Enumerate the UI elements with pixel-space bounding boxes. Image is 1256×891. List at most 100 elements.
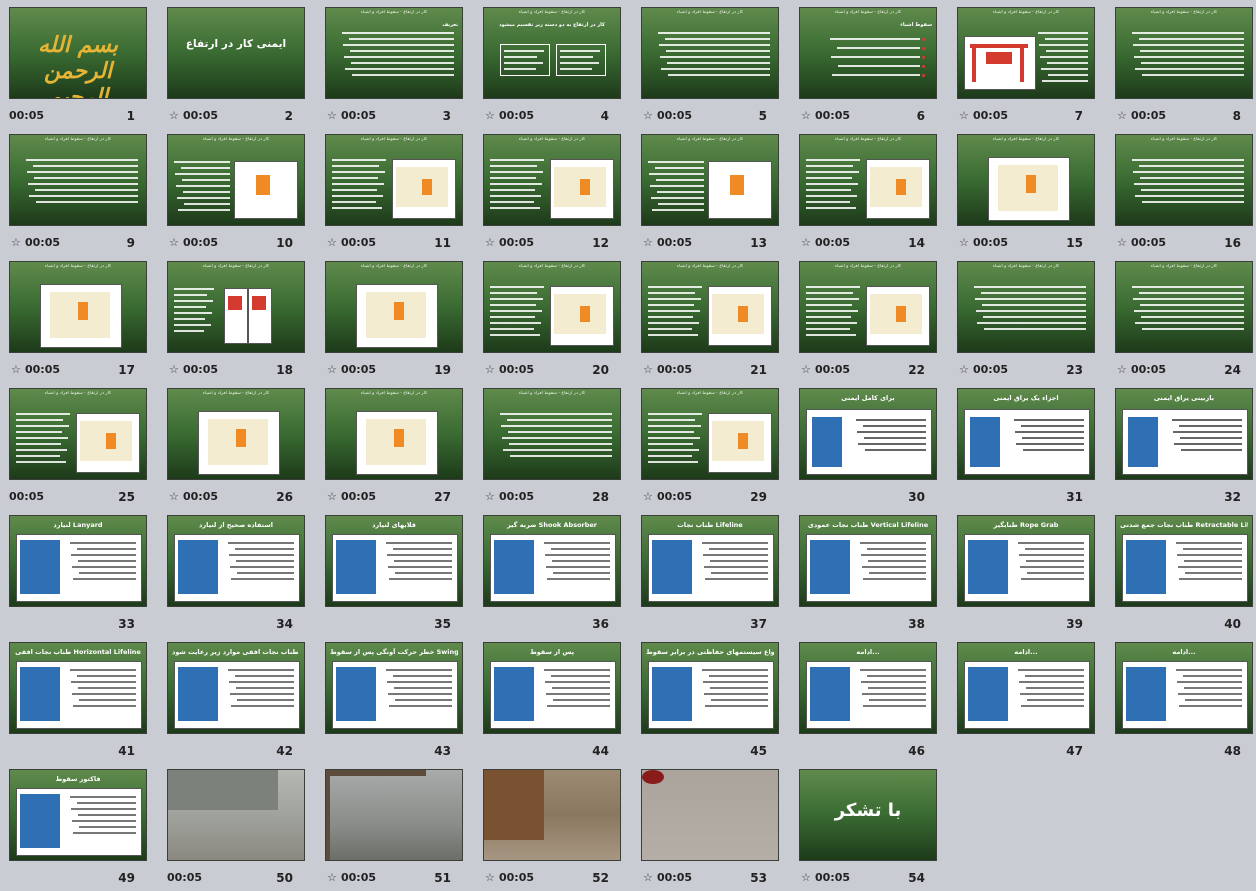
slide-preview[interactable]: ضربه گیر Shook Absorber bbox=[483, 515, 621, 607]
slide-thumbnail-38[interactable]: طناب نجات عمودی Vertical Lifeline 38 bbox=[799, 515, 937, 637]
slide-preview[interactable]: کار در ارتفاع - سقوط افراد و اشیاء bbox=[167, 388, 305, 480]
slide-thumbnail-53[interactable]: ☆ 00:05 53 bbox=[641, 769, 779, 891]
animation-star-icon[interactable]: ☆ bbox=[801, 109, 811, 122]
slide-thumbnail-33[interactable]: لنیارد Lanyard 33 bbox=[9, 515, 147, 637]
slide-thumbnail-52[interactable]: ☆ 00:05 52 bbox=[483, 769, 621, 891]
slide-preview[interactable]: کار در ارتفاع - سقوط افراد و اشیاء bbox=[1115, 134, 1253, 226]
slide-thumbnail-11[interactable]: کار در ارتفاع - سقوط افراد و اشیاء ☆ 00:05… bbox=[325, 134, 463, 256]
slide-thumbnail-45[interactable]: انواع سیستمهای حفاظتی در برابر سقوط 45 bbox=[641, 642, 779, 764]
animation-star-icon[interactable]: ☆ bbox=[169, 236, 179, 249]
slide-thumbnail-54[interactable]: با تشکر ☆ 00:05 54 bbox=[799, 769, 937, 891]
slide-preview[interactable]: ادامه... bbox=[799, 642, 937, 734]
slide-thumbnail-5[interactable]: کار در ارتفاع - سقوط افراد و اشیاء ☆ 00:05… bbox=[641, 7, 779, 129]
slide-thumbnail-36[interactable]: ضربه گیر Shook Absorber 36 bbox=[483, 515, 621, 637]
slide-thumbnail-34[interactable]: استفاده صحیح از لنیارد 34 bbox=[167, 515, 305, 637]
slide-preview[interactable]: کار در ارتفاع - سقوط افراد و اشیاء bbox=[641, 388, 779, 480]
animation-star-icon[interactable]: ☆ bbox=[485, 490, 495, 503]
slide-preview[interactable]: بازبینی یراق ایمنی bbox=[1115, 388, 1253, 480]
slide-thumbnail-31[interactable]: اجزاء یک یراق ایمنی 31 bbox=[957, 388, 1095, 510]
slide-thumbnail-28[interactable]: کار در ارتفاع - سقوط افراد و اشیاء ☆ 00:05… bbox=[483, 388, 621, 510]
slide-thumbnail-22[interactable]: کار در ارتفاع - سقوط افراد و اشیاء ☆ 00:05… bbox=[799, 261, 937, 383]
slide-thumbnail-9[interactable]: کار در ارتفاع - سقوط افراد و اشیاء ☆ 00:05… bbox=[9, 134, 147, 256]
animation-star-icon[interactable]: ☆ bbox=[1117, 363, 1127, 376]
slide-thumbnail-37[interactable]: طناب نجات Lifeline 37 bbox=[641, 515, 779, 637]
animation-star-icon[interactable]: ☆ bbox=[327, 363, 337, 376]
slide-thumbnail-3[interactable]: کار در ارتفاع - سقوط افراد و اشیاء تعریف ☆… bbox=[325, 7, 463, 129]
animation-star-icon[interactable]: ☆ bbox=[801, 236, 811, 249]
animation-star-icon[interactable]: ☆ bbox=[959, 363, 969, 376]
animation-star-icon[interactable]: ☆ bbox=[11, 363, 21, 376]
animation-star-icon[interactable]: ☆ bbox=[643, 871, 653, 884]
slide-preview[interactable]: کار در ارتفاع - سقوط افراد و اشیاء bbox=[483, 388, 621, 480]
slide-preview[interactable]: کار در ارتفاع - سقوط افراد و اشیاء bbox=[483, 134, 621, 226]
slide-preview[interactable]: اجزاء یک یراق ایمنی bbox=[957, 388, 1095, 480]
slide-thumbnail-12[interactable]: کار در ارتفاع - سقوط افراد و اشیاء ☆ 00:05… bbox=[483, 134, 621, 256]
slide-preview[interactable]: کار در ارتفاع - سقوط افراد و اشیاء bbox=[641, 7, 779, 99]
slide-preview[interactable]: کار در ارتفاع - سقوط افراد و اشیاء bbox=[9, 261, 147, 353]
slide-preview[interactable]: کار در ارتفاع - سقوط افراد و اشیاء bbox=[957, 134, 1095, 226]
slide-preview[interactable]: کار در ارتفاع - سقوط افراد و اشیاء bbox=[9, 388, 147, 480]
slide-thumbnail-49[interactable]: فاکتور سقوط 49 bbox=[9, 769, 147, 891]
animation-star-icon[interactable]: ☆ bbox=[485, 871, 495, 884]
slide-preview[interactable]: کار در ارتفاع - سقوط افراد و اشیاء bbox=[641, 134, 779, 226]
slide-preview[interactable]: طناب نجات Lifeline bbox=[641, 515, 779, 607]
slide-preview[interactable]: کار در ارتفاع - سقوط افراد و اشیاء bbox=[957, 7, 1095, 99]
slide-preview[interactable] bbox=[325, 769, 463, 861]
slide-thumbnail-35[interactable]: قلابهای لنیارد 35 bbox=[325, 515, 463, 637]
slide-preview[interactable]: در هنگام استفاده از طناب نجات افقی موارد… bbox=[167, 642, 305, 734]
slide-preview[interactable]: کار در ارتفاع - سقوط افراد و اشیاء bbox=[483, 261, 621, 353]
slide-thumbnail-32[interactable]: بازبینی یراق ایمنی 32 bbox=[1115, 388, 1253, 510]
slide-thumbnail-21[interactable]: کار در ارتفاع - سقوط افراد و اشیاء ☆ 00:05… bbox=[641, 261, 779, 383]
slide-preview[interactable]: کار در ارتفاع - سقوط افراد و اشیاء bbox=[799, 134, 937, 226]
animation-star-icon[interactable]: ☆ bbox=[959, 236, 969, 249]
animation-star-icon[interactable]: ☆ bbox=[327, 236, 337, 249]
slide-preview[interactable]: کار در ارتفاع - سقوط افراد و اشیاء bbox=[1115, 261, 1253, 353]
slide-preview[interactable]: کار در ارتفاع - سقوط افراد و اشیاء bbox=[799, 261, 937, 353]
slide-preview[interactable]: کار در ارتفاع - سقوط افراد و اشیاء bbox=[325, 388, 463, 480]
slide-preview[interactable]: کار در ارتفاع - سقوط افراد و اشیاء bbox=[9, 134, 147, 226]
slide-thumbnail-40[interactable]: طناب نجات جمع شدنی Retractable Lifeline 4… bbox=[1115, 515, 1253, 637]
slide-preview[interactable]: طناب نجات جمع شدنی Retractable Lifeline bbox=[1115, 515, 1253, 607]
slide-preview[interactable]: برای کامل ایمنی bbox=[799, 388, 937, 480]
slide-preview[interactable]: قلابهای لنیارد bbox=[325, 515, 463, 607]
slide-thumbnail-44[interactable]: پس از سقوط 44 bbox=[483, 642, 621, 764]
slide-thumbnail-8[interactable]: کار در ارتفاع - سقوط افراد و اشیاء ☆ 00:05… bbox=[1115, 7, 1253, 129]
slide-thumbnail-13[interactable]: کار در ارتفاع - سقوط افراد و اشیاء ☆ 00:05… bbox=[641, 134, 779, 256]
slide-preview[interactable]: کار در ارتفاع - سقوط افراد و اشیاء تعریف bbox=[325, 7, 463, 99]
slide-preview[interactable]: کار در ارتفاع - سقوط افراد و اشیاء bbox=[325, 134, 463, 226]
animation-star-icon[interactable]: ☆ bbox=[327, 871, 337, 884]
animation-star-icon[interactable]: ☆ bbox=[1117, 109, 1127, 122]
slide-preview[interactable]: کار در ارتفاع - سقوط افراد و اشیاء کار در… bbox=[483, 7, 621, 99]
animation-star-icon[interactable]: ☆ bbox=[169, 490, 179, 503]
slide-thumbnail-25[interactable]: کار در ارتفاع - سقوط افراد و اشیاء 00:05 2… bbox=[9, 388, 147, 510]
slide-thumbnail-10[interactable]: کار در ارتفاع - سقوط افراد و اشیاء ☆ 00:05… bbox=[167, 134, 305, 256]
slide-preview[interactable]: فاکتور سقوط bbox=[9, 769, 147, 861]
slide-thumbnail-27[interactable]: کار در ارتفاع - سقوط افراد و اشیاء ☆ 00:05… bbox=[325, 388, 463, 510]
animation-star-icon[interactable]: ☆ bbox=[643, 236, 653, 249]
animation-star-icon[interactable]: ☆ bbox=[643, 490, 653, 503]
animation-star-icon[interactable]: ☆ bbox=[1117, 236, 1127, 249]
slide-preview[interactable]: کار در ارتفاع - سقوط افراد و اشیاء bbox=[1115, 7, 1253, 99]
slide-preview[interactable]: کار در ارتفاع - سقوط افراد و اشیاء bbox=[641, 261, 779, 353]
animation-star-icon[interactable]: ☆ bbox=[643, 363, 653, 376]
slide-thumbnail-42[interactable]: در هنگام استفاده از طناب نجات افقی موارد… bbox=[167, 642, 305, 764]
animation-star-icon[interactable]: ☆ bbox=[169, 109, 179, 122]
slide-preview[interactable]: لنیارد Lanyard bbox=[9, 515, 147, 607]
slide-thumbnail-7[interactable]: کار در ارتفاع - سقوط افراد و اشیاء ☆ 00:05… bbox=[957, 7, 1095, 129]
slide-preview[interactable]: کار در ارتفاع - سقوط افراد و اشیاء bbox=[167, 261, 305, 353]
animation-star-icon[interactable]: ☆ bbox=[643, 109, 653, 122]
slide-thumbnail-47[interactable]: ادامه... 47 bbox=[957, 642, 1095, 764]
slide-preview[interactable]: ایمنی کار در ارتفاع bbox=[167, 7, 305, 99]
slide-thumbnail-43[interactable]: خطر حرکت آونگی پس از سقوط Swing movement… bbox=[325, 642, 463, 764]
slide-preview[interactable]: ادامه... bbox=[1115, 642, 1253, 734]
slide-thumbnail-1[interactable]: بسم الله الرحمن الرحیم 00:05 1 bbox=[9, 7, 147, 129]
slide-thumbnail-41[interactable]: طناب نجات افقی Horizontal Lifeline 41 bbox=[9, 642, 147, 764]
slide-thumbnail-18[interactable]: کار در ارتفاع - سقوط افراد و اشیاء ☆ 00:05… bbox=[167, 261, 305, 383]
slide-thumbnail-14[interactable]: کار در ارتفاع - سقوط افراد و اشیاء ☆ 00:05… bbox=[799, 134, 937, 256]
slide-preview[interactable]: طناب نجات افقی Horizontal Lifeline bbox=[9, 642, 147, 734]
animation-star-icon[interactable]: ☆ bbox=[327, 109, 337, 122]
slide-thumbnail-26[interactable]: کار در ارتفاع - سقوط افراد و اشیاء ☆ 00:05… bbox=[167, 388, 305, 510]
slide-thumbnail-50[interactable]: 00:05 50 bbox=[167, 769, 305, 891]
slide-preview[interactable] bbox=[483, 769, 621, 861]
slide-thumbnail-2[interactable]: ایمنی کار در ارتفاع ☆ 00:05 2 bbox=[167, 7, 305, 129]
